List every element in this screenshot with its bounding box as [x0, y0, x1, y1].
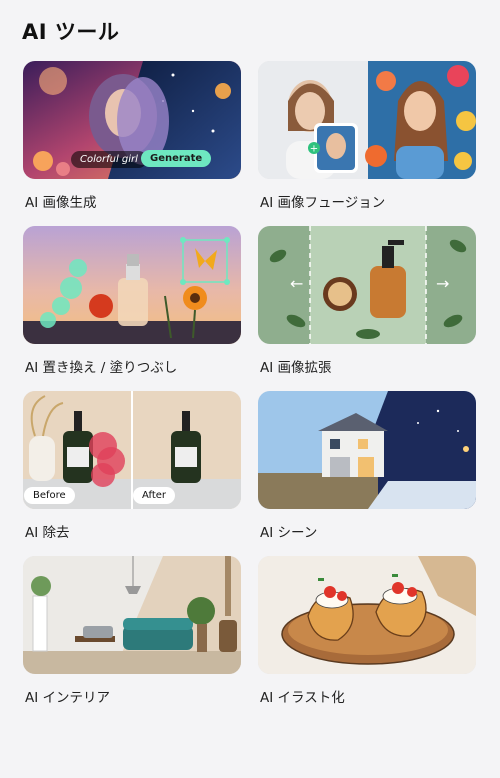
tool-label: AI 画像フュージョン — [260, 195, 386, 211]
tool-label: AI 除去 — [25, 525, 70, 541]
svg-text:+: + — [310, 144, 318, 155]
tool-card-replace-inpaint[interactable]: AI 置き換え / 塗りつぶし — [23, 226, 241, 376]
tool-label: AI シーン — [260, 525, 318, 541]
page-title: AI ツール — [22, 20, 120, 44]
prompt-text: Colorful girl — [71, 151, 147, 168]
svg-text:→: → — [436, 274, 449, 293]
tool-label: AI 画像拡張 — [260, 360, 332, 376]
interior-thumbnail — [23, 556, 241, 674]
after-badge: After — [133, 487, 176, 504]
scene-thumbnail — [258, 391, 476, 509]
image-fusion-thumbnail: + — [258, 61, 476, 179]
svg-text:←: ← — [290, 274, 303, 293]
tool-card-interior[interactable]: AI インテリア — [23, 556, 241, 706]
before-badge: Before — [24, 487, 75, 504]
generate-button[interactable]: Generate — [141, 150, 212, 167]
tool-card-illustration[interactable]: AI イラスト化 — [258, 556, 476, 706]
tool-card-scene[interactable]: AI シーン — [258, 391, 476, 541]
tool-label: AI 置き換え / 塗りつぶし — [25, 360, 178, 376]
image-expand-thumbnail: ← → — [258, 226, 476, 344]
tool-label: AI インテリア — [25, 690, 111, 706]
illustration-thumbnail — [258, 556, 476, 674]
tool-card-image-generation[interactable]: Colorful girl Generate AI 画像生成 — [23, 61, 241, 211]
tool-label: AI イラスト化 — [260, 690, 345, 706]
remove-thumbnail: Before After — [23, 391, 241, 509]
tool-label: AI 画像生成 — [25, 195, 97, 211]
tool-card-image-expand[interactable]: ← → AI 画像拡張 — [258, 226, 476, 376]
replace-inpaint-thumbnail — [23, 226, 241, 344]
tool-card-image-fusion[interactable]: + AI 画像フュージョン — [258, 61, 476, 211]
tool-card-remove[interactable]: Before After AI 除去 — [23, 391, 241, 541]
image-generation-thumbnail: Colorful girl Generate — [23, 61, 241, 179]
